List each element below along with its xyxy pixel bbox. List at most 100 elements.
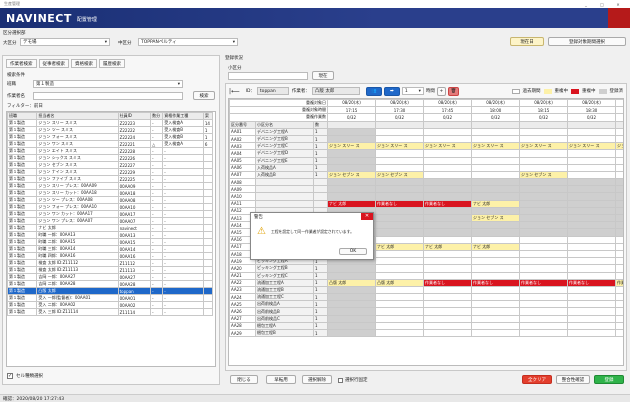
schedule-cell[interactable] — [375, 149, 425, 158]
schedule-cell[interactable] — [615, 185, 623, 194]
col-header[interactable]: 社員ID — [117, 112, 152, 120]
worker-row[interactable]: 第１製造 ジョン シックス スミス Z22226- - — [7, 154, 214, 162]
schedule-cell[interactable] — [615, 264, 623, 273]
schedule-cell[interactable]: ナビ 太郎 — [423, 242, 473, 251]
schedule-cell[interactable] — [375, 206, 425, 216]
worker-row[interactable]: 第１製造 ジョン ツー スミス Z22222- 受入検査B 1 — [7, 126, 214, 134]
schedule-cell[interactable] — [615, 127, 623, 136]
schedule-cell[interactable] — [375, 192, 425, 201]
schedule-cell[interactable] — [471, 127, 521, 136]
schedule-cell[interactable] — [423, 149, 473, 158]
schedule-cell[interactable] — [567, 199, 617, 208]
schedule-cell[interactable] — [519, 307, 569, 316]
schedule-cell[interactable] — [375, 300, 425, 309]
tab-engaged-search[interactable]: 従事者検索 — [38, 59, 69, 68]
schedule-cell[interactable] — [423, 314, 473, 323]
schedule-cell[interactable] — [375, 321, 425, 331]
schedule-cell[interactable] — [519, 285, 569, 295]
schedule-cell[interactable] — [471, 307, 521, 316]
schedule-cell[interactable] — [519, 127, 569, 136]
tab-worker-search[interactable]: 作業者検索 — [6, 59, 37, 68]
schedule-cell[interactable] — [615, 134, 623, 144]
schedule-cell[interactable] — [567, 178, 617, 187]
schedule-cell[interactable] — [567, 242, 617, 251]
schedule-cell[interactable] — [423, 307, 473, 316]
schedule-cell[interactable] — [471, 293, 521, 302]
schedule-cell[interactable] — [423, 235, 473, 244]
schedule-cell[interactable] — [567, 213, 617, 223]
schedule-cell[interactable] — [423, 206, 473, 216]
schedule-cell[interactable] — [327, 300, 377, 309]
today-button[interactable]: 現在日 — [510, 37, 544, 46]
schedule-cell[interactable]: ナビ 太郎 — [471, 199, 521, 208]
worker-row[interactable]: 第１製造 ジョン フォー スミス Z22224- 受入検査B 1 — [7, 133, 214, 141]
schedule-cell[interactable] — [567, 206, 617, 216]
schedule-cell[interactable] — [615, 235, 623, 244]
schedule-cell[interactable] — [519, 293, 569, 302]
schedule-cell[interactable] — [567, 300, 617, 309]
schedule-cell[interactable] — [567, 134, 617, 144]
schedule-cell[interactable]: 作業者なし — [423, 199, 473, 208]
schedule-cell[interactable] — [423, 178, 473, 187]
schedule-cell[interactable] — [423, 163, 473, 172]
consistency-check-button[interactable]: 整合性確認 — [556, 375, 590, 384]
schedule-cell[interactable]: ジョン — [615, 142, 623, 151]
worker-row[interactable]: 第１製造 ジョン ワン カット：00AA17 00AA17- - — [7, 210, 214, 218]
schedule-cell[interactable] — [567, 149, 617, 158]
schedule-cell[interactable] — [327, 328, 377, 338]
schedule-cell[interactable]: ナビ 太郎 — [471, 242, 521, 251]
schedule-cell[interactable] — [471, 314, 521, 323]
schedule-cell[interactable] — [471, 221, 521, 230]
schedule-cell[interactable] — [567, 127, 617, 136]
schedule-cell[interactable] — [567, 293, 617, 302]
schedule-cell[interactable] — [375, 178, 425, 187]
schedule-cell[interactable] — [567, 192, 617, 201]
fix-row-checkbox[interactable] — [338, 377, 343, 383]
close-window-button[interactable]: ✕ — [610, 2, 626, 7]
schedule-cell[interactable]: ジョン スリー ス — [327, 142, 377, 151]
schedule-cell[interactable]: ジョン スリー ス — [519, 142, 569, 151]
schedule-cell[interactable] — [327, 156, 377, 165]
schedule-cell[interactable] — [567, 235, 617, 244]
schedule-cell[interactable] — [471, 156, 521, 165]
schedule-cell[interactable] — [519, 249, 569, 259]
worker-row[interactable]: 第１製造 凸版 太郎 toppan - - — [7, 287, 214, 295]
col-header[interactable]: 案 — [202, 112, 214, 120]
schedule-cell[interactable]: ナビ 太郎 — [327, 199, 377, 208]
schedule-cell[interactable] — [567, 228, 617, 237]
worker-row[interactable]: 第１製造 ジョン ワン スミス Z22221 △ 受入検査A 6 — [7, 140, 214, 148]
schedule-cell[interactable]: ジョン スリー ス — [471, 142, 521, 151]
schedule-cell[interactable] — [423, 213, 473, 223]
schedule-cell[interactable] — [471, 170, 521, 180]
schedule-cell[interactable] — [567, 249, 617, 259]
schedule-cell[interactable] — [519, 134, 569, 144]
schedule-cell[interactable] — [471, 185, 521, 194]
schedule-cell[interactable] — [423, 257, 473, 266]
schedule-cell[interactable] — [615, 163, 623, 172]
schedule-cell[interactable] — [567, 285, 617, 295]
schedule-cell[interactable] — [519, 242, 569, 251]
schedule-cell[interactable] — [423, 249, 473, 259]
worker-name-input[interactable] — [33, 91, 183, 100]
schedule-cell[interactable] — [375, 264, 425, 273]
worker-row[interactable]: 第１製造 検査 太郎 ID:Z11113 Z11113- - — [7, 266, 214, 274]
schedule-cell[interactable] — [519, 271, 569, 280]
schedule-cell[interactable] — [375, 185, 425, 194]
schedule-cell[interactable] — [615, 307, 623, 316]
schedule-cell[interactable] — [375, 293, 425, 302]
tab-qualification-search[interactable]: 資格検索 — [71, 59, 97, 68]
schedule-cell[interactable] — [567, 328, 617, 338]
schedule-cell[interactable] — [471, 134, 521, 144]
col-header[interactable]: 担当者名 — [36, 112, 119, 120]
schedule-cell[interactable] — [519, 192, 569, 201]
schedule-cell[interactable] — [423, 293, 473, 302]
schedule-cell[interactable] — [423, 228, 473, 237]
schedule-cell[interactable]: 作業者なし — [567, 278, 617, 287]
schedule-cell[interactable] — [615, 257, 623, 266]
schedule-cell[interactable] — [471, 206, 521, 216]
schedule-cell[interactable] — [615, 149, 623, 158]
schedule-cell[interactable] — [423, 285, 473, 295]
close-button[interactable]: 閉じる — [230, 375, 258, 384]
schedule-cell[interactable] — [327, 271, 377, 280]
schedule-cell[interactable] — [615, 321, 623, 331]
